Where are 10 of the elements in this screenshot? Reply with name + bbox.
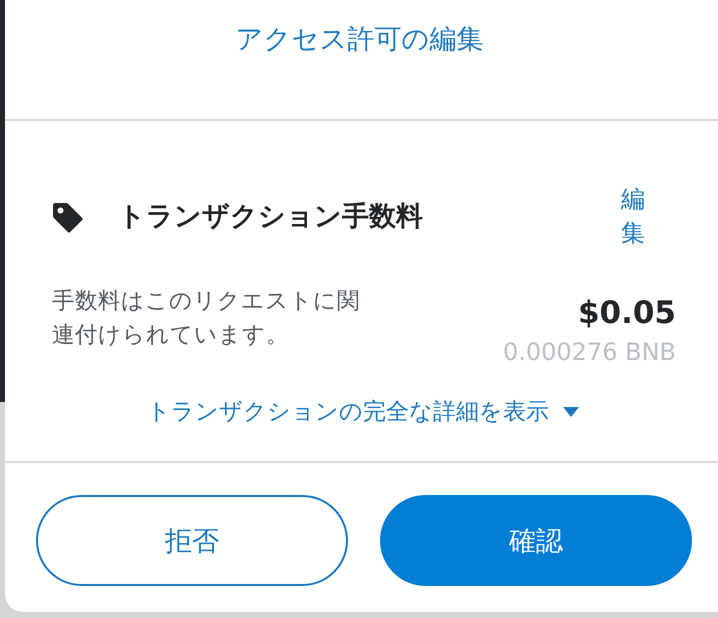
fiat-amount: $0.05: [578, 294, 676, 333]
details-link[interactable]: トランザクションの完全な詳細を表示: [147, 395, 579, 429]
edit-fee-link[interactable]: 編集: [621, 183, 645, 251]
confirm-button[interactable]: 確認: [380, 495, 692, 586]
fee-description: 手数料はこのリクエストに関連付けられています。: [52, 287, 361, 350]
fee-heading: トランザクション手数料: [118, 200, 423, 234]
crypto-amount: 0.000276 BNB: [502, 337, 676, 368]
edit-permission-link[interactable]: アクセス許可の編集: [236, 22, 484, 58]
tag-icon: [52, 202, 84, 232]
reject-button[interactable]: 拒否: [36, 495, 348, 586]
